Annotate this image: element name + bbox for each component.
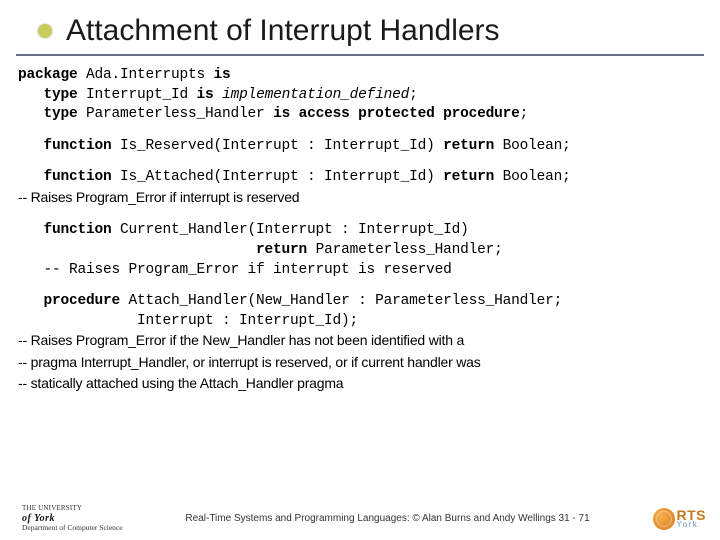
bullet-icon bbox=[38, 24, 52, 38]
comment-mono: -- Raises Program_Error if interrupt is … bbox=[18, 262, 452, 278]
txt: Ada.Interrupts bbox=[78, 67, 214, 83]
txt-i: implementation_defined bbox=[214, 87, 410, 103]
txt: Parameterless_Handler bbox=[78, 106, 274, 122]
kw: type bbox=[18, 87, 78, 103]
txt: Interrupt : Interrupt_Id); bbox=[18, 313, 358, 329]
rts-text: RTS York bbox=[677, 509, 707, 529]
txt: Current_Handler(Interrupt : Interrupt_Id… bbox=[112, 222, 469, 238]
txt: ; bbox=[409, 87, 418, 103]
content-area: package Ada.Interrupts is type Interrupt… bbox=[16, 66, 704, 396]
txt: Parameterless_Handler; bbox=[307, 242, 503, 258]
comment: -- Raises Program_Error if the New_Handl… bbox=[18, 332, 464, 348]
footer-center-text: Real-Time Systems and Programming Langua… bbox=[123, 513, 653, 524]
kw: function bbox=[18, 138, 112, 154]
txt: Boolean; bbox=[494, 169, 571, 185]
code-block-4: function Current_Handler(Interrupt : Int… bbox=[18, 221, 702, 280]
kw: function bbox=[18, 222, 112, 238]
slide: Attachment of Interrupt Handlers package… bbox=[0, 0, 720, 540]
txt: Interrupt_Id bbox=[78, 87, 197, 103]
footer: THE UNIVERSITY of York Department of Com… bbox=[0, 505, 720, 532]
kw: is access protected procedure bbox=[273, 106, 520, 122]
txt: Is_Attached(Interrupt : Interrupt_Id) bbox=[112, 169, 444, 185]
slide-title: Attachment of Interrupt Handlers bbox=[66, 14, 500, 48]
title-row: Attachment of Interrupt Handlers bbox=[16, 14, 704, 56]
kw: type bbox=[18, 106, 78, 122]
code-block-5: procedure Attach_Handler(New_Handler : P… bbox=[18, 292, 702, 396]
txt: ; bbox=[520, 106, 529, 122]
kw: is bbox=[214, 67, 231, 83]
kw: package bbox=[18, 67, 78, 83]
kw: return bbox=[256, 242, 307, 258]
kw: return bbox=[443, 169, 494, 185]
comment: -- pragma Interrupt_Handler, or interrup… bbox=[18, 354, 481, 370]
kw: return bbox=[443, 138, 494, 154]
globe-icon bbox=[653, 508, 675, 530]
txt: Attach_Handler(New_Handler : Parameterle… bbox=[120, 293, 562, 309]
comment: -- Raises Program_Error if interrupt is … bbox=[18, 189, 299, 205]
rts-logo: RTS York bbox=[653, 508, 707, 530]
comment: -- statically attached using the Attach_… bbox=[18, 375, 343, 391]
kw: function bbox=[18, 169, 112, 185]
kw: procedure bbox=[18, 293, 120, 309]
code-block-2: function Is_Reserved(Interrupt : Interru… bbox=[18, 137, 702, 157]
txt: Boolean; bbox=[494, 138, 571, 154]
uni-line3: Department of Computer Science bbox=[22, 524, 123, 532]
code-block-1: package Ada.Interrupts is type Interrupt… bbox=[18, 66, 702, 125]
university-logo: THE UNIVERSITY of York Department of Com… bbox=[22, 505, 123, 532]
txt: Is_Reserved(Interrupt : Interrupt_Id) bbox=[112, 138, 444, 154]
uni-line1: THE UNIVERSITY bbox=[22, 505, 123, 513]
txt bbox=[18, 242, 256, 258]
code-block-3: function Is_Attached(Interrupt : Interru… bbox=[18, 168, 702, 209]
kw: is bbox=[197, 87, 214, 103]
